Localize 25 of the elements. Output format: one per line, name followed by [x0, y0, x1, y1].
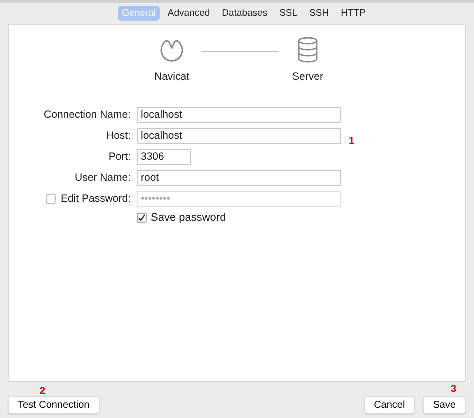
- tab[interactable]: HTTP: [337, 6, 370, 21]
- tab[interactable]: SSL: [276, 6, 302, 21]
- checkbox-label: Save password: [151, 212, 226, 224]
- annotation-number: 3: [451, 384, 457, 395]
- annotation-number: 1: [349, 136, 355, 147]
- input-field[interactable]: 3306: [137, 149, 191, 165]
- tab[interactable]: SSH: [306, 6, 334, 21]
- field-label: Port:: [108, 151, 131, 163]
- field-label: Host:: [106, 130, 131, 142]
- tab[interactable]: Advanced: [164, 6, 214, 21]
- client-label: Navicat: [154, 71, 190, 83]
- dialog-button[interactable]: Cancel: [364, 396, 416, 414]
- annotation-number: 2: [40, 386, 46, 397]
- input-field[interactable]: root: [137, 170, 341, 186]
- field-label: User Name:: [74, 172, 131, 184]
- tab[interactable]: Databases: [218, 6, 272, 21]
- dialog-button[interactable]: Save: [423, 396, 466, 414]
- checkbox[interactable]: [137, 213, 147, 223]
- field-label: Connection Name:: [44, 109, 131, 121]
- input-field[interactable]: localhost: [137, 107, 341, 123]
- server-label: Server: [292, 71, 324, 83]
- input-field[interactable]: localhost: [137, 128, 341, 144]
- database-icon: [297, 37, 319, 63]
- test-connection-button[interactable]: Test Connection: [8, 396, 100, 414]
- field-label: Edit Password:: [60, 193, 131, 205]
